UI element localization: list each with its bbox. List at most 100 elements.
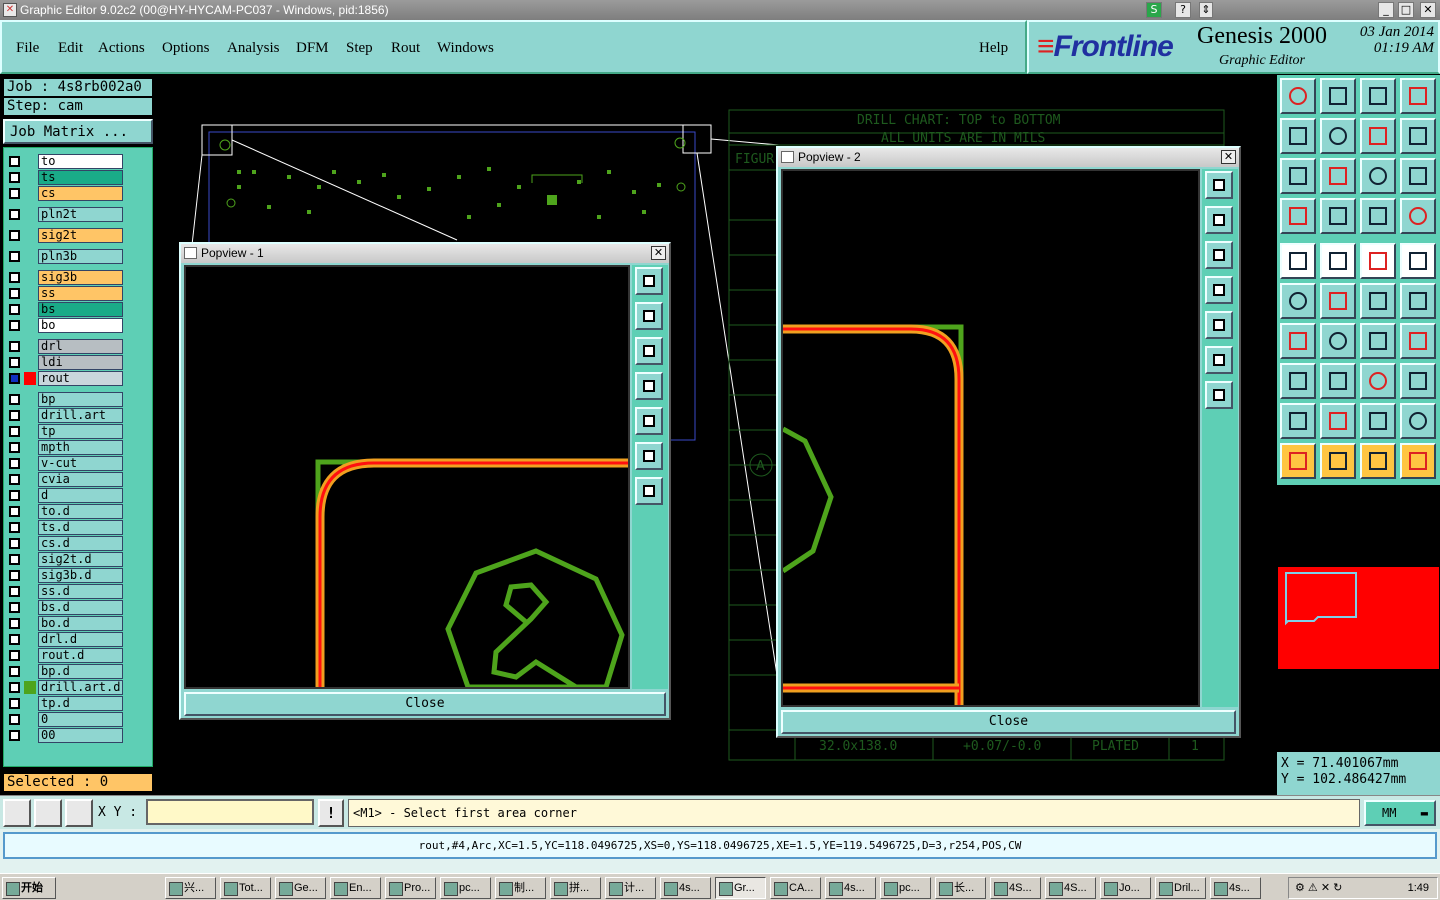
taskbar-item[interactable]: 制... xyxy=(495,877,546,899)
window-icon[interactable] xyxy=(1400,78,1436,114)
zoom-out-icon[interactable] xyxy=(1205,381,1233,409)
layer-row[interactable]: sig3b.d xyxy=(5,568,125,583)
layer-name[interactable]: 0 xyxy=(38,712,123,727)
tools-icon[interactable] xyxy=(1280,198,1316,234)
center-icon[interactable] xyxy=(1320,158,1356,194)
popview-2-close-icon[interactable]: ✕ xyxy=(1221,150,1236,164)
layer-checkbox[interactable] xyxy=(9,304,20,315)
pan-left-icon[interactable] xyxy=(1205,276,1233,304)
taskbar-item[interactable]: Ge... xyxy=(275,877,326,899)
taskbar-item[interactable]: 兴... xyxy=(165,877,216,899)
layer-checkbox[interactable] xyxy=(9,394,20,405)
layer-name[interactable]: drill.art.d xyxy=(38,680,123,695)
layer-row[interactable]: d xyxy=(5,488,125,503)
layer-row[interactable]: drill.art xyxy=(5,408,125,423)
outline-icon[interactable] xyxy=(1400,403,1436,439)
menu-rout[interactable]: Rout xyxy=(391,40,420,57)
layer-name[interactable]: ts xyxy=(38,170,123,185)
layer-checkbox[interactable] xyxy=(9,156,20,167)
taskbar-item[interactable]: pc... xyxy=(880,877,931,899)
taskbar-item[interactable]: 长... xyxy=(935,877,986,899)
layer-row[interactable]: v-cut xyxy=(5,456,125,471)
pan-right-icon[interactable] xyxy=(635,407,663,435)
layer-name[interactable]: drill.art xyxy=(38,408,123,423)
layer-row[interactable]: ldi xyxy=(5,355,125,370)
layer-row[interactable]: 0 xyxy=(5,712,125,727)
layer-checkbox[interactable] xyxy=(9,666,20,677)
grid-icon[interactable] xyxy=(65,799,93,827)
layer-checkbox[interactable] xyxy=(9,586,20,597)
measure-icon[interactable] xyxy=(1360,363,1396,399)
triangle-icon[interactable] xyxy=(1280,403,1316,439)
menu-dfm[interactable]: DFM xyxy=(296,40,329,57)
help-icon[interactable]: ? xyxy=(1175,2,1191,18)
layer-row[interactable]: to.d xyxy=(5,504,125,519)
maximize-button[interactable]: □ xyxy=(1398,2,1414,18)
close-button[interactable]: ✕ xyxy=(1420,2,1436,18)
taskbar-item[interactable]: pc... xyxy=(440,877,491,899)
layer-row[interactable]: drill.art.d xyxy=(5,680,125,695)
layer-name[interactable]: sig3b xyxy=(38,270,123,285)
layer-checkbox[interactable] xyxy=(9,490,20,501)
scroll-icon[interactable]: ⇕ xyxy=(1199,2,1213,18)
zoom-fit-icon[interactable] xyxy=(1205,171,1233,199)
popview-2-close-button[interactable]: Close xyxy=(781,710,1236,734)
layer-name[interactable]: ss.d xyxy=(38,584,123,599)
layer-name[interactable]: cs xyxy=(38,186,123,201)
layer-name[interactable]: bs xyxy=(38,302,123,317)
layer-name[interactable]: bo xyxy=(38,318,123,333)
layer-checkbox[interactable] xyxy=(9,602,20,613)
layer-name[interactable]: pln2t xyxy=(38,207,123,222)
taskbar-item[interactable]: 4s... xyxy=(825,877,876,899)
zoom-in-icon[interactable] xyxy=(1205,346,1233,374)
popview-1-viewport[interactable] xyxy=(184,265,630,689)
layer-name[interactable]: cvia xyxy=(38,472,123,487)
layer-row[interactable]: bs xyxy=(5,302,125,317)
layer-row[interactable]: ss xyxy=(5,286,125,301)
pan-up-icon[interactable] xyxy=(1280,78,1316,114)
layer-row[interactable]: drl xyxy=(5,339,125,354)
layer-row[interactable]: ts xyxy=(5,170,125,185)
layer-row[interactable]: bo.d xyxy=(5,616,125,631)
layer-checkbox[interactable] xyxy=(9,410,20,421)
ruler-icon[interactable] xyxy=(1360,243,1396,279)
break-icon[interactable] xyxy=(1320,363,1356,399)
layer-name[interactable]: ts.d xyxy=(38,520,123,535)
xy-input[interactable] xyxy=(146,799,314,825)
layer-row[interactable]: cs.d xyxy=(5,536,125,551)
layer-checkbox[interactable] xyxy=(9,554,20,565)
popview-2-viewport[interactable] xyxy=(781,169,1200,707)
pan-up-icon[interactable] xyxy=(635,302,663,330)
taskbar-item[interactable]: Pro... xyxy=(385,877,436,899)
connect-icon[interactable] xyxy=(1280,283,1316,319)
layer-checkbox[interactable] xyxy=(9,650,20,661)
layer-name[interactable]: to xyxy=(38,154,123,169)
question-icon[interactable] xyxy=(1400,158,1436,194)
layer-row[interactable]: cs xyxy=(5,186,125,201)
layer-checkbox[interactable] xyxy=(9,288,20,299)
unit-select[interactable]: MM ▬ xyxy=(1364,800,1436,826)
layer-row[interactable]: tp.d xyxy=(5,696,125,711)
layer-row[interactable]: sig2t.d xyxy=(5,552,125,567)
layer-row[interactable]: sig3b xyxy=(5,270,125,285)
layer-row[interactable]: rout.d xyxy=(5,648,125,663)
layer-name[interactable]: sig2t xyxy=(38,228,123,243)
popview-1-close-button[interactable]: Close xyxy=(184,692,666,716)
menu-help[interactable]: Help xyxy=(979,40,1008,57)
pan-left-icon[interactable] xyxy=(1280,118,1316,154)
minimize-button[interactable]: _ xyxy=(1378,2,1394,18)
circle-icon[interactable] xyxy=(1400,243,1436,279)
add-line-icon[interactable] xyxy=(1320,243,1356,279)
layer-name[interactable]: ldi xyxy=(38,355,123,370)
menu-step[interactable]: Step xyxy=(346,40,373,57)
taskbar-item[interactable]: Jo... xyxy=(1100,877,1151,899)
zoom-in-icon[interactable] xyxy=(635,442,663,470)
layer-checkbox[interactable] xyxy=(9,230,20,241)
layer-name[interactable]: to.d xyxy=(38,504,123,519)
taskbar-item[interactable]: 计... xyxy=(605,877,656,899)
pan-down-icon[interactable] xyxy=(1320,78,1356,114)
taskbar-item[interactable]: 4s... xyxy=(660,877,711,899)
select-point-icon[interactable] xyxy=(1360,443,1396,479)
layer-row[interactable]: pln3b xyxy=(5,249,125,264)
group-icon[interactable] xyxy=(1400,363,1436,399)
